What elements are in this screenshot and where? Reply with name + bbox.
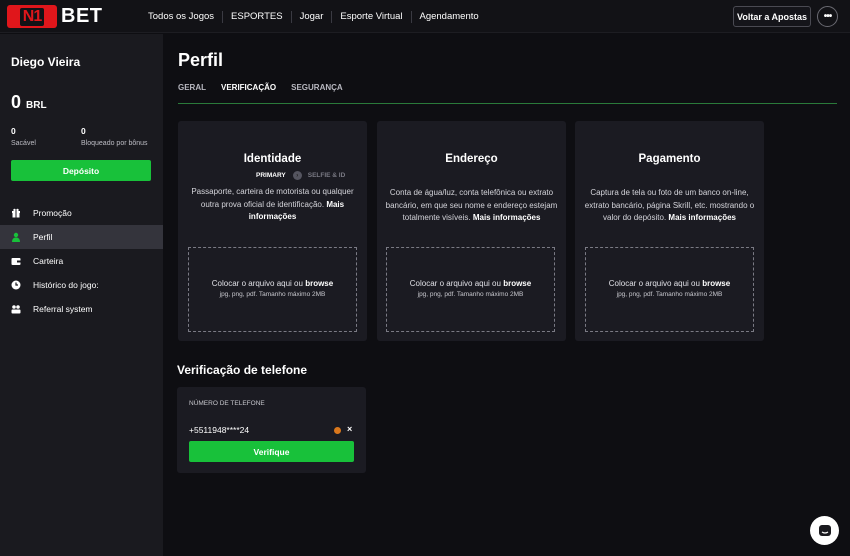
main-nav: Todos os Jogos ESPORTES Jogar Esporte Vi… <box>140 0 487 33</box>
address-card: Endereço Conta de água/luz, conta telefô… <box>377 121 566 341</box>
tab-verificacao[interactable]: VERIFICAÇÃO <box>221 83 276 103</box>
more-icon[interactable]: ••• <box>817 6 838 27</box>
more-info-link[interactable]: Mais informações <box>668 213 736 222</box>
bloqueado-label: Bloqueado por bônus <box>81 140 148 147</box>
user-name: Diego Vieira <box>11 55 81 69</box>
browse-link[interactable]: browse <box>305 279 333 288</box>
phone-verification-title: Verificação de telefone <box>177 363 308 377</box>
logo-bet: BET <box>61 5 103 27</box>
sidebar-item-label: Promoção <box>33 208 72 218</box>
card-tags: PRIMARY › SELFIE & ID <box>256 171 345 180</box>
phone-number-field[interactable]: +5511948****24 <box>189 425 249 435</box>
card-description: Conta de água/luz, conta telefônica ou e… <box>385 188 558 222</box>
wallet-icon <box>11 256 21 266</box>
clear-icon[interactable]: × <box>347 424 352 434</box>
sidebar-item-carteira[interactable]: Carteira <box>0 249 163 273</box>
user-icon <box>11 232 21 242</box>
tag-primary[interactable]: PRIMARY <box>256 172 286 179</box>
logo[interactable]: N1 BET <box>7 4 103 29</box>
top-bar: N1 BET Todos os Jogos ESPORTES Jogar Esp… <box>0 0 850 33</box>
sidebar-item-label: Referral system <box>33 304 93 314</box>
nav-esporte-virtual[interactable]: Esporte Virtual <box>331 10 410 23</box>
sidebar-item-historico[interactable]: Histórico do jogo: <box>0 273 163 297</box>
stat-sacavel: 0 Sacável <box>11 126 36 147</box>
tab-seguranca[interactable]: SEGURANÇA <box>291 83 343 103</box>
sidebar-item-label: Perfil <box>33 232 53 242</box>
sidebar-item-label: Histórico do jogo: <box>33 280 99 290</box>
phone-verification-card: NÚMERO DE TELEFONE +5511948****24 × Veri… <box>177 387 366 473</box>
clock-icon <box>11 280 21 290</box>
phone-label: NÚMERO DE TELEFONE <box>189 400 265 407</box>
file-hint: jpg, png, pdf. Tamanho máximo 2MB <box>219 291 326 298</box>
file-hint: jpg, png, pdf. Tamanho máximo 2MB <box>616 291 723 298</box>
stat-bloqueado: 0 Bloqueado por bônus <box>81 126 148 147</box>
referral-icon <box>11 304 21 314</box>
card-title: Pagamento <box>638 153 701 165</box>
nav-esportes[interactable]: ESPORTES <box>222 10 291 23</box>
profile-tabs: GERAL VERIFICAÇÃO SEGURANÇA <box>178 83 358 103</box>
bloqueado-value: 0 <box>81 126 86 136</box>
logo-n1: N1 <box>7 5 57 28</box>
card-description: Captura de tela ou foto de um banco on-l… <box>584 188 755 222</box>
tag-selfie-id[interactable]: SELFIE & ID <box>308 172 346 179</box>
identity-dropzone[interactable]: Colocar o arquivo aqui ou browse jpg, pn… <box>188 247 357 332</box>
balance-currency: BRL <box>26 100 47 111</box>
identity-card: Identidade PRIMARY › SELFIE & ID Passapo… <box>178 121 367 341</box>
nav-agendamento[interactable]: Agendamento <box>410 10 487 23</box>
sidebar-item-perfil[interactable]: Perfil <box>0 225 163 249</box>
sacavel-label: Sacável <box>11 140 36 147</box>
balance: 0 BRL <box>11 92 47 113</box>
payment-dropzone[interactable]: Colocar o arquivo aqui ou browse jpg, pn… <box>585 247 754 332</box>
sidebar-menu: Promoção Perfil Carteira Histórico do jo… <box>0 201 163 321</box>
card-title: Endereço <box>445 153 498 165</box>
sidebar-item-label: Carteira <box>33 256 64 266</box>
nav-jogar[interactable]: Jogar <box>290 10 332 23</box>
deposit-button[interactable]: Depósito <box>11 160 151 181</box>
tabs-divider <box>178 103 837 104</box>
sidebar-item-referral[interactable]: Referral system <box>0 297 163 321</box>
balance-amount: 0 <box>11 92 22 112</box>
page-title: Perfil <box>178 50 224 70</box>
tab-geral[interactable]: GERAL <box>178 83 206 103</box>
status-dot <box>334 427 341 434</box>
payment-card: Pagamento Captura de tela ou foto de um … <box>575 121 764 341</box>
file-hint: jpg, png, pdf. Tamanho máximo 2MB <box>417 291 524 298</box>
chevron-right-icon: › <box>292 171 302 180</box>
nav-todos-os-jogos[interactable]: Todos os Jogos <box>140 11 222 23</box>
sidebar: Diego Vieira 0 BRL 0 Sacável 0 Bloqueado… <box>0 34 163 556</box>
more-info-link[interactable]: Mais informações <box>473 213 541 222</box>
card-title: Identidade <box>243 153 302 165</box>
voltar-a-apostas-button[interactable]: Voltar a Apostas <box>733 6 811 27</box>
gift-icon <box>11 208 21 218</box>
card-description: Passaporte, carteira de motorista ou qua… <box>191 187 354 221</box>
sacavel-value: 0 <box>11 126 16 136</box>
browse-link[interactable]: browse <box>702 279 730 288</box>
sidebar-item-promocao[interactable]: Promoção <box>0 201 163 225</box>
address-dropzone[interactable]: Colocar o arquivo aqui ou browse jpg, pn… <box>386 247 555 332</box>
chat-icon[interactable] <box>810 516 839 545</box>
browse-link[interactable]: browse <box>503 279 531 288</box>
verify-button[interactable]: Verifique <box>189 441 354 462</box>
